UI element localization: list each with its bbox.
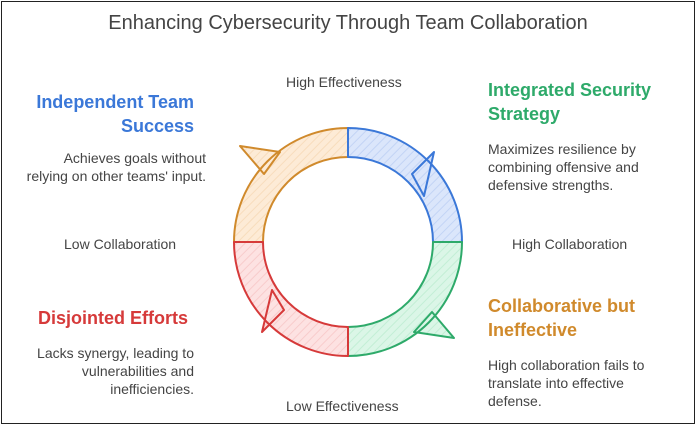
quadrant-bottom-left-title-line1: Disjointed Efforts bbox=[37, 308, 188, 328]
quadrant-bottom-right-title-line2: Ineffective bbox=[488, 320, 578, 340]
quadrant-bottom-right-title: Collaborative but Ineffective bbox=[488, 294, 635, 342]
quadrant-bottom-left-desc-line: inefficiencies. bbox=[110, 381, 194, 397]
quadrant-bottom-left-desc-line: vulnerabilities and bbox=[81, 363, 194, 379]
quadrant-top-left-title-line1: Independent Team bbox=[36, 92, 194, 112]
diagram-frame: Enhancing Cybersecurity Through Team Col… bbox=[1, 1, 695, 424]
axis-label-top: High Effectiveness bbox=[286, 74, 402, 90]
quadrant-top-right-desc-line: combining offensive and bbox=[488, 159, 639, 175]
quadrant-top-right-desc-line: Maximizes resilience by bbox=[488, 141, 636, 157]
quadrant-top-right-desc: Maximizes resilience by combining offens… bbox=[488, 140, 639, 194]
cycle-segment-bottom-left bbox=[233, 241, 349, 357]
quadrant-bottom-right-desc: High collaboration fails to translate in… bbox=[488, 356, 644, 410]
quadrant-bottom-left-desc-line: Lacks synergy, leading to bbox=[37, 345, 194, 361]
axis-label-right: High Collaboration bbox=[512, 236, 628, 252]
quadrant-top-right-title: Integrated Security Strategy bbox=[488, 78, 651, 126]
quadrant-top-right-title-line2: Strategy bbox=[488, 104, 561, 124]
quadrant-top-left-title: Independent Team Success bbox=[36, 90, 194, 138]
quadrant-bottom-right-desc-line: defense. bbox=[488, 393, 542, 409]
quadrant-top-left-title-line2: Success bbox=[120, 116, 194, 136]
quadrant-top-right-desc-line: defensive strengths. bbox=[488, 177, 614, 193]
quadrant-top-left-desc: Achieves goals without relying on other … bbox=[27, 149, 206, 185]
quadrant-top-right-title-line1: Integrated Security bbox=[488, 80, 652, 100]
quadrant-bottom-right-desc-line: translate into effective bbox=[488, 375, 624, 391]
quadrant-bottom-left-title: Disjointed Efforts bbox=[38, 306, 188, 330]
quadrant-top-left-desc-line: relying on other teams' input. bbox=[26, 168, 206, 184]
axis-label-bottom: Low Effectiveness bbox=[286, 398, 399, 414]
axis-label-left: Low Collaboration bbox=[64, 236, 177, 252]
quadrant-bottom-right-desc-line: High collaboration fails to bbox=[488, 357, 645, 373]
cycle-segment-bottom-right bbox=[347, 241, 463, 357]
quadrant-bottom-left-desc: Lacks synergy, leading to vulnerabilitie… bbox=[37, 344, 194, 398]
cycle-segment-top-right bbox=[347, 127, 463, 243]
cycle-segment-top-left bbox=[233, 127, 349, 243]
quadrant-top-left-desc-line: Achieves goals without bbox=[63, 150, 206, 166]
quadrant-bottom-right-title-line1: Collaborative but bbox=[488, 296, 636, 316]
